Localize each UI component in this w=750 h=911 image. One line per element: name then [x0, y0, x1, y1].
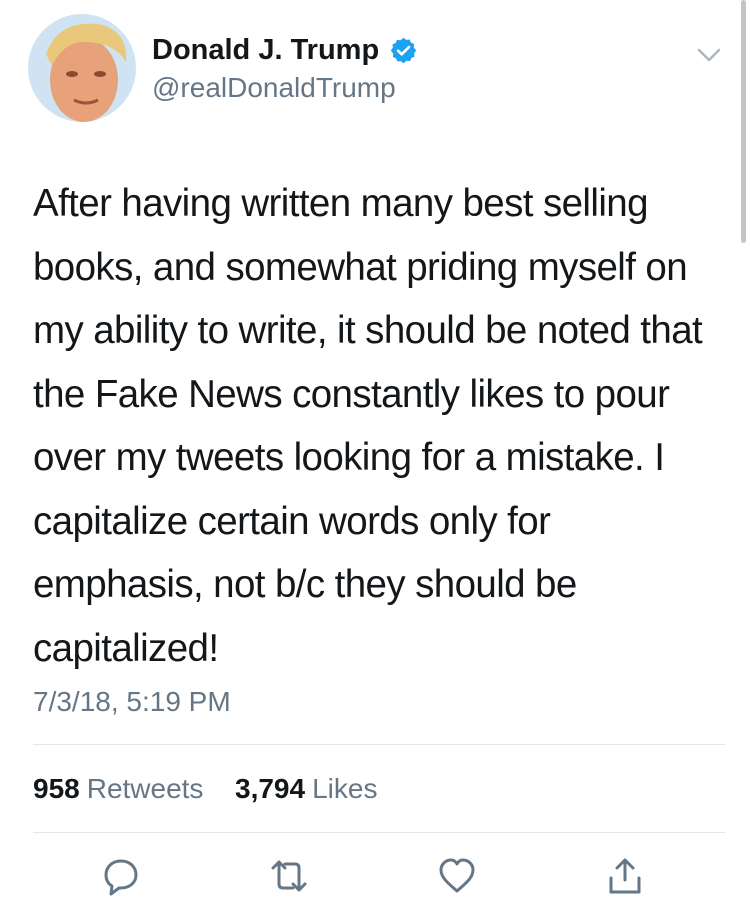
display-name-text: Donald J. Trump: [152, 34, 380, 66]
verified-badge-icon: [389, 36, 418, 65]
likes-count: 3,794: [235, 773, 306, 804]
retweets-stat[interactable]: 958 Retweets: [33, 773, 211, 804]
retweet-icon[interactable]: [269, 856, 309, 896]
share-icon[interactable]: [605, 856, 645, 896]
user-display-name[interactable]: Donald J. Trump: [152, 33, 418, 67]
user-handle[interactable]: @realDonaldTrump: [152, 72, 396, 104]
divider: [33, 832, 725, 833]
divider: [33, 744, 725, 745]
tweet-text: After having written many best selling b…: [33, 182, 703, 670]
tweet-timestamp[interactable]: 7/3/18, 5:19 PM: [33, 686, 231, 718]
likes-stat[interactable]: 3,794 Likes: [227, 773, 377, 804]
tweet-stats: 958 Retweets 3,794 Likes: [33, 772, 377, 806]
likes-label: Likes: [312, 773, 378, 804]
avatar[interactable]: [28, 14, 136, 122]
reply-icon[interactable]: [101, 856, 141, 896]
heart-icon[interactable]: [437, 856, 477, 896]
retweets-count: 958: [33, 773, 80, 804]
chevron-down-icon[interactable]: [691, 43, 727, 67]
scrollbar[interactable]: [741, 0, 746, 243]
retweets-label: Retweets: [86, 773, 204, 804]
